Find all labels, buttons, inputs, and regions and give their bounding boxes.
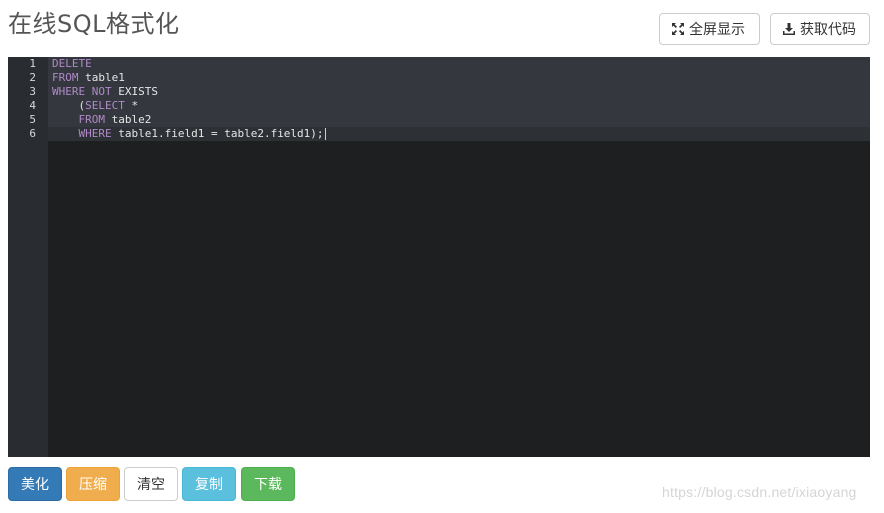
get-code-label: 获取代码	[800, 22, 856, 38]
code-text: WHERE NOT EXISTS	[52, 85, 158, 99]
fullscreen-button[interactable]: 全屏显示	[659, 13, 760, 45]
download-button[interactable]: 下载	[241, 467, 295, 501]
code-line: 1 DELETE	[8, 57, 870, 71]
watermark: https://blog.csdn.net/ixiaoyang	[662, 484, 857, 500]
sql-text: table1.field1 = table2.field1);	[111, 127, 324, 140]
code-line: 5 FROM table2	[8, 113, 870, 127]
copy-button[interactable]: 复制	[182, 467, 236, 501]
fullscreen-icon	[671, 22, 685, 36]
sql-keyword: FROM	[78, 113, 106, 126]
sql-keyword: FROM	[52, 71, 79, 84]
sql-text: (	[52, 99, 86, 112]
page-title: 在线SQL格式化	[8, 10, 180, 38]
code-line: 2 FROM table1	[8, 71, 870, 85]
code-text: WHERE table1.field1 = table2.field1);	[52, 127, 326, 141]
code-line: 4 (SELECT *	[8, 99, 870, 113]
sql-keyword: WHERE	[78, 127, 112, 140]
code-line: 3 WHERE NOT EXISTS	[8, 85, 870, 99]
sql-keyword: WHERE	[52, 85, 86, 98]
clear-button[interactable]: 清空	[124, 467, 178, 501]
line-number: 4	[29, 99, 36, 112]
line-number: 6	[29, 127, 36, 140]
sql-text: table2	[105, 113, 152, 126]
line-number: 1	[29, 57, 36, 70]
code-text: FROM table1	[52, 71, 125, 85]
sql-keyword: DELETE	[52, 57, 92, 70]
sql-text: EXISTS	[111, 85, 158, 98]
line-number: 2	[29, 71, 36, 84]
sql-text: *	[124, 99, 139, 112]
line-number: 5	[29, 113, 36, 126]
code-text: (SELECT *	[52, 99, 138, 113]
sql-editor[interactable]: 1 DELETE 2 FROM table1 3 WHERE NOT EXISTS 4 (S…	[8, 57, 870, 457]
compress-button[interactable]: 压缩	[66, 467, 120, 501]
code-text: DELETE	[52, 57, 92, 71]
get-code-button[interactable]: 获取代码	[770, 13, 870, 45]
sql-keyword: SELECT	[85, 99, 125, 112]
sql-text: table1	[78, 71, 125, 84]
sql-keyword: NOT	[91, 85, 112, 98]
text-cursor	[324, 128, 326, 140]
code-text: FROM table2	[52, 113, 152, 127]
beautify-button[interactable]: 美化	[8, 467, 62, 501]
fullscreen-label: 全屏显示	[689, 22, 745, 38]
code-line: 6 WHERE table1.field1 = table2.field1);	[8, 127, 870, 141]
download-icon	[782, 22, 796, 36]
line-number: 3	[29, 85, 36, 98]
